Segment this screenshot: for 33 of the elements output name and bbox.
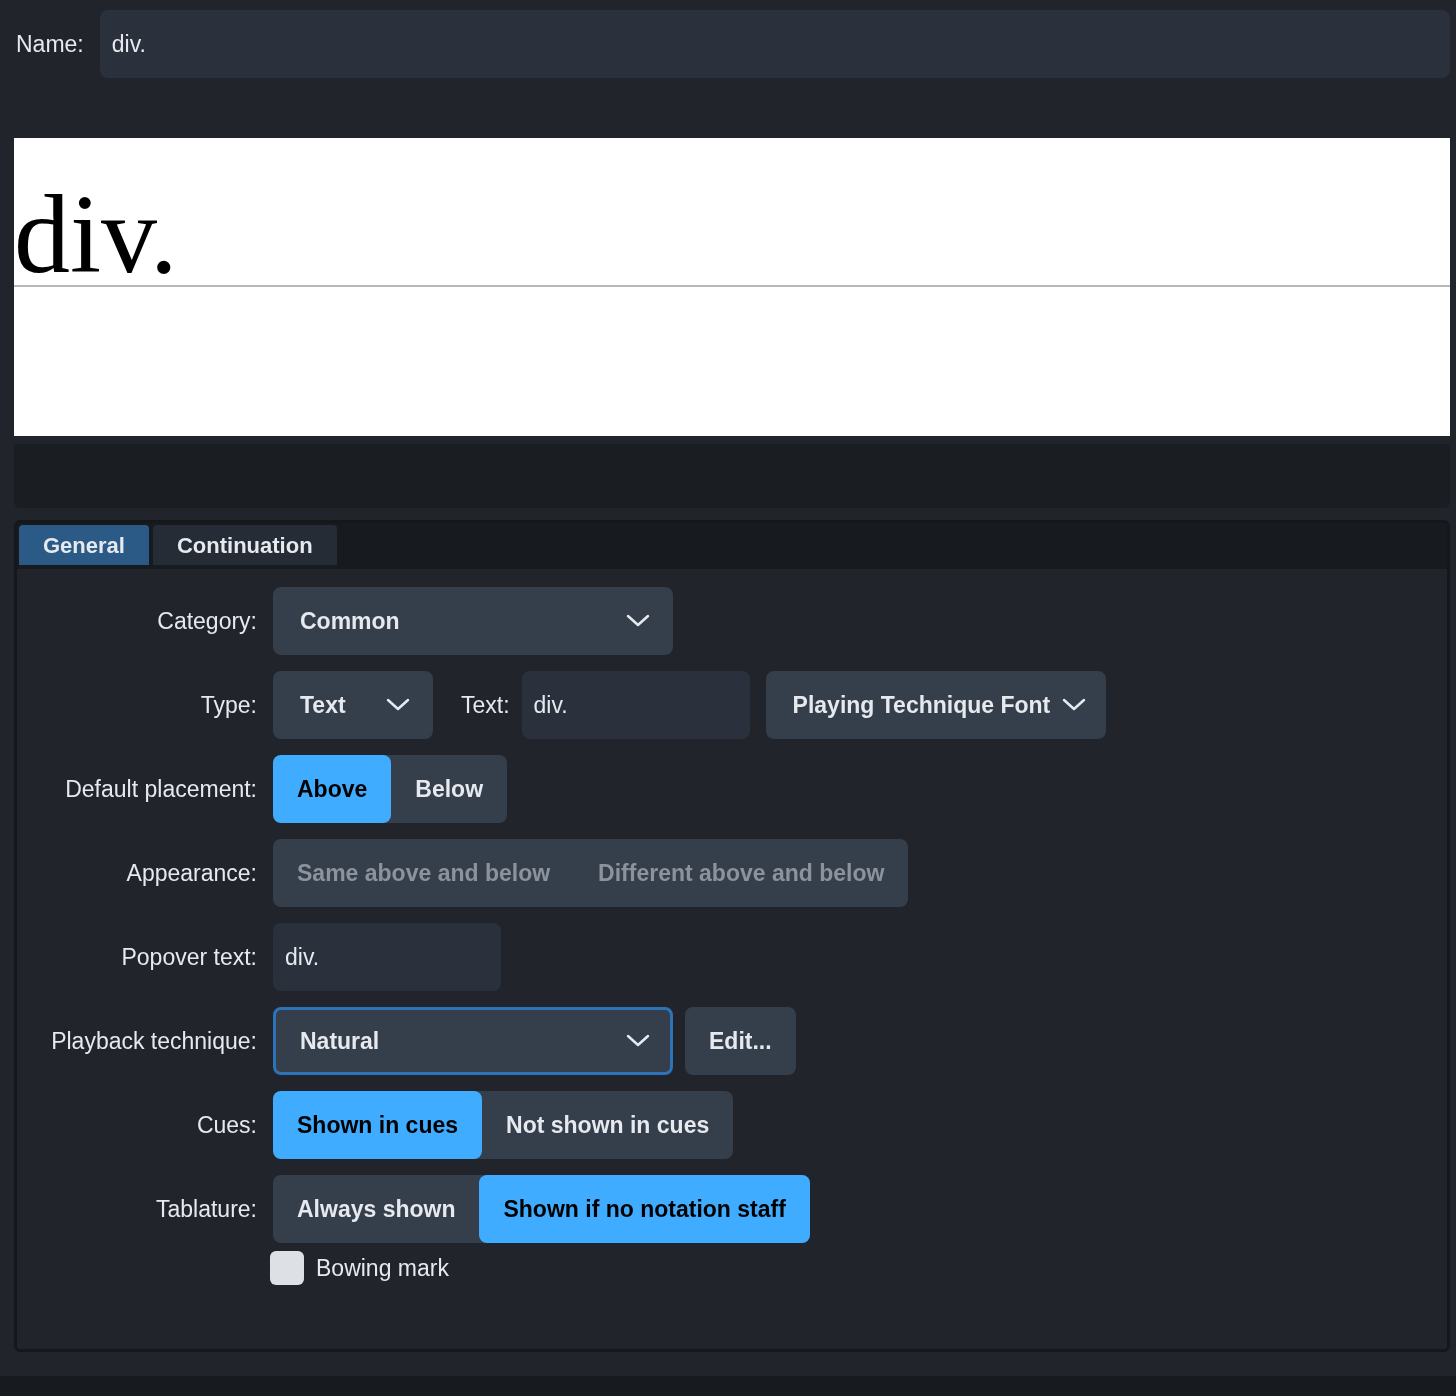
segment-option[interactable]: Not shown in cues xyxy=(482,1091,734,1159)
segment-option[interactable]: Shown in cues xyxy=(273,1091,483,1159)
dropdown[interactable]: Playing Technique Font xyxy=(765,671,1106,739)
chevron-down-icon xyxy=(1062,698,1087,712)
name-label: Name: xyxy=(16,29,84,59)
name-input-field[interactable]: div. xyxy=(99,10,1450,78)
chevron-down-icon xyxy=(386,698,410,712)
tab[interactable]: General xyxy=(19,525,149,565)
tab[interactable]: Continuation xyxy=(152,525,337,565)
field-label: Category: xyxy=(157,606,257,636)
field-label: Cues: xyxy=(196,1110,257,1140)
chevron-down-icon xyxy=(626,1034,650,1048)
segment-option[interactable]: Always shown xyxy=(273,1175,480,1243)
field-label: Type: xyxy=(200,690,257,720)
dropdown[interactable]: Natural xyxy=(273,1007,673,1075)
field-label: Popover text: xyxy=(121,942,257,972)
dropdown[interactable]: Text xyxy=(273,671,433,739)
field-label: Tablature: xyxy=(156,1194,257,1224)
segment-option[interactable]: Shown if no notation staff xyxy=(479,1175,810,1243)
text-input-field[interactable]: div. xyxy=(521,671,750,739)
field-label: Playback technique: xyxy=(51,1026,257,1056)
checkbox[interactable] xyxy=(270,1251,304,1286)
preview-text: div. xyxy=(14,178,178,290)
chevron-down-icon xyxy=(626,614,650,628)
edit-button[interactable]: Edit... xyxy=(685,1007,796,1075)
checkbox-label: Bowing mark xyxy=(316,1254,449,1283)
field-label: Appearance: xyxy=(126,858,257,888)
text-label: Text: xyxy=(461,690,510,720)
segment-option[interactable]: Below xyxy=(391,755,508,823)
segment-option[interactable]: Above xyxy=(273,755,392,823)
field-label: Default placement: xyxy=(65,774,257,804)
dropdown[interactable]: Common xyxy=(273,587,673,655)
popover-input-field[interactable]: div. xyxy=(273,923,501,991)
